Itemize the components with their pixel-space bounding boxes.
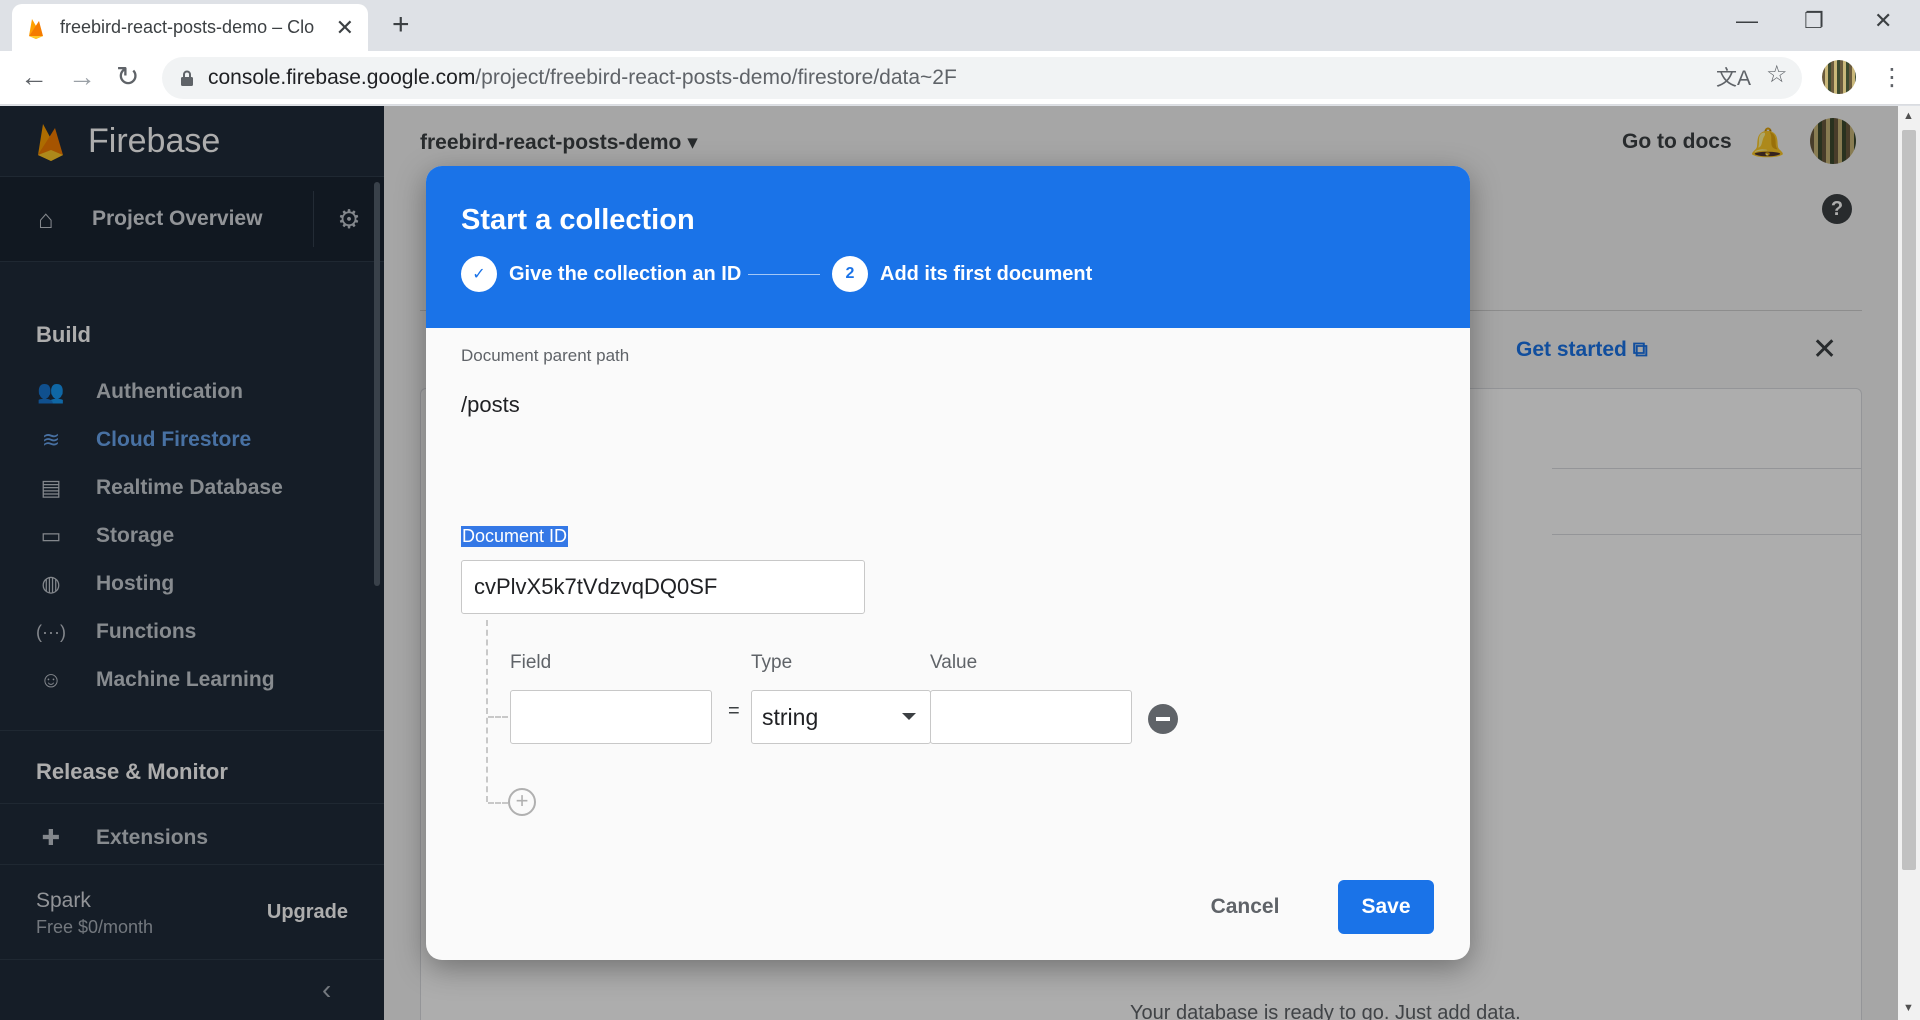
browser-toolbar: ← → ↻ console.firebase.google.com/projec… <box>0 51 1920 105</box>
document-id-input[interactable]: cvPlvX5k7tVdzvqDQ0SF <box>461 560 865 614</box>
url-text: console.firebase.google.com/project/free… <box>208 66 957 89</box>
scroll-down-arrow-icon[interactable]: ▼ <box>1903 1002 1914 1014</box>
browser-tab-strip: freebird-react-posts-demo – Clo ✕ + — ❐ … <box>0 0 1920 51</box>
equals-sign: = <box>728 700 740 722</box>
address-bar[interactable]: console.firebase.google.com/project/free… <box>162 57 1802 99</box>
minimize-icon[interactable]: — <box>1736 8 1758 34</box>
firebase-favicon-icon <box>29 18 43 39</box>
field-column-label: Field <box>510 652 552 673</box>
back-icon[interactable]: ← <box>20 63 48 91</box>
field-name-input[interactable] <box>510 690 712 744</box>
parent-path-value: /posts <box>461 392 520 417</box>
step-2-label: Add its first document <box>880 262 1093 285</box>
remove-field-button[interactable] <box>1148 704 1178 734</box>
save-button[interactable]: Save <box>1338 880 1434 934</box>
chevron-down-icon <box>902 713 916 720</box>
step-2: 2 Add its first document <box>832 256 1092 292</box>
type-select[interactable]: string <box>751 690 931 744</box>
scroll-up-arrow-icon[interactable]: ▲ <box>1903 110 1914 122</box>
parent-path-label: Document parent path <box>461 346 630 365</box>
start-collection-dialog: Start a collection ✓ Give the collection… <box>426 166 1470 960</box>
browser-menu-icon[interactable]: ⋮ <box>1880 63 1904 92</box>
cancel-button[interactable]: Cancel <box>1196 880 1294 934</box>
restore-icon[interactable]: ❐ <box>1804 8 1824 34</box>
stepper-connector <box>748 274 820 275</box>
type-select-value: string <box>762 704 819 730</box>
step-1-label: Give the collection an ID <box>509 262 742 285</box>
browser-tab[interactable]: freebird-react-posts-demo – Clo ✕ <box>12 4 368 51</box>
tab-title: freebird-react-posts-demo – Clo <box>60 17 315 37</box>
bookmark-star-icon[interactable]: ☆ <box>1766 60 1788 89</box>
dialog-body: Document parent path /posts Document ID … <box>426 328 1470 960</box>
forward-icon[interactable]: → <box>68 63 96 91</box>
scrollbar-thumb[interactable] <box>1902 130 1916 870</box>
step-2-number: 2 <box>832 256 868 292</box>
add-field-button[interactable]: + <box>508 788 536 816</box>
translate-icon[interactable]: 文A <box>1716 62 1751 92</box>
lock-icon <box>181 70 193 86</box>
tab-close-icon[interactable]: ✕ <box>336 15 354 41</box>
new-tab-icon[interactable]: + <box>392 10 410 40</box>
step-1: ✓ Give the collection an ID <box>461 256 741 292</box>
tree-connector <box>486 620 488 802</box>
window-close-icon[interactable]: ✕ <box>1874 8 1892 34</box>
dialog-header: Start a collection ✓ Give the collection… <box>426 166 1470 328</box>
tree-connector <box>488 716 508 718</box>
type-column-label: Type <box>751 652 793 673</box>
value-column-label: Value <box>930 652 978 673</box>
profile-avatar[interactable] <box>1822 60 1856 94</box>
dialog-title: Start a collection <box>461 204 695 236</box>
page-scrollbar[interactable]: ▲ ▼ <box>1898 106 1920 1020</box>
check-icon: ✓ <box>461 256 497 292</box>
document-id-label: Document ID <box>461 526 569 547</box>
tree-connector <box>488 802 508 804</box>
field-value-input[interactable] <box>930 690 1132 744</box>
reload-icon[interactable]: ↻ <box>116 63 139 91</box>
